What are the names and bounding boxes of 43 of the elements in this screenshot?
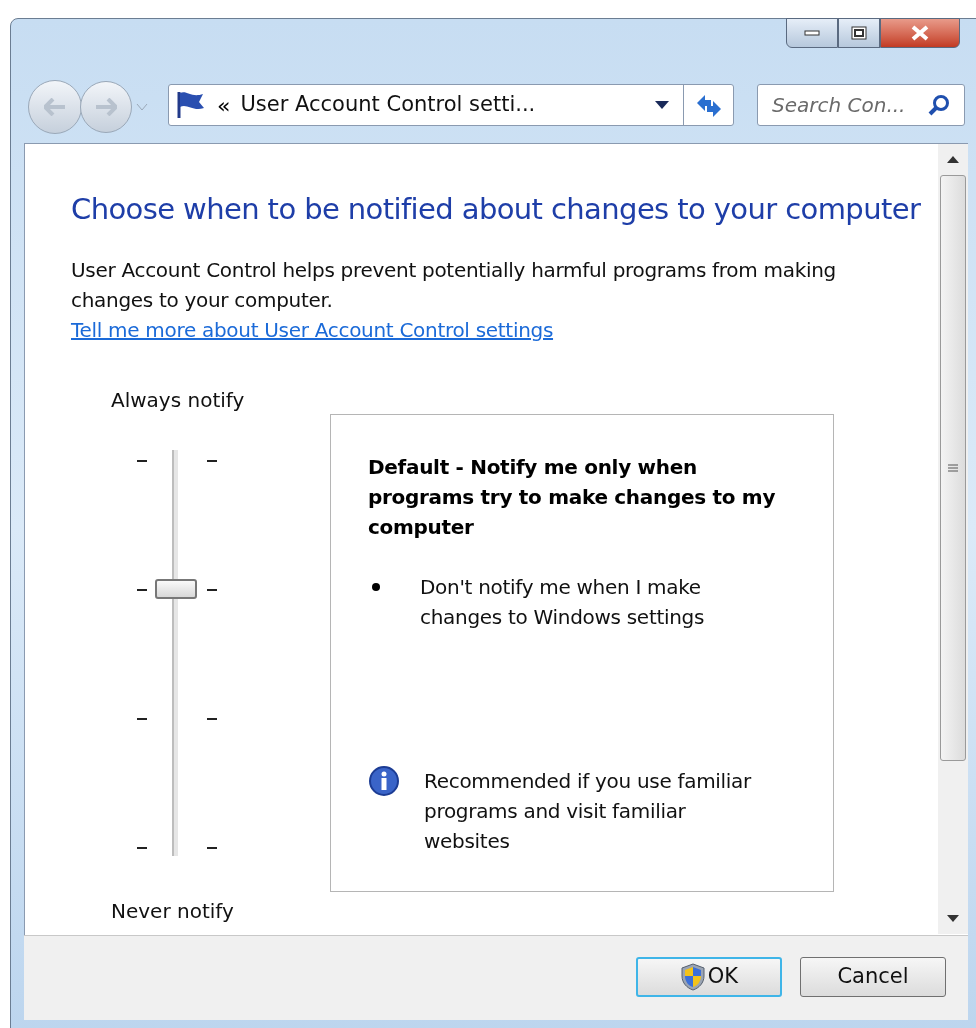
- flag-icon: [175, 90, 207, 120]
- slider-bottom-label: Never notify: [111, 898, 234, 925]
- scroll-up-arrow-icon[interactable]: [947, 156, 959, 163]
- tick-mark: [207, 460, 217, 462]
- search-field[interactable]: Search Con...: [757, 84, 965, 126]
- close-button[interactable]: [880, 18, 960, 48]
- right-arrow-icon: [95, 98, 117, 116]
- left-arrow-icon: [44, 98, 66, 116]
- scrollbar-thumb[interactable]: [940, 175, 966, 761]
- help-link[interactable]: Tell me more about User Account Control settings: [71, 315, 554, 345]
- page-heading: Choose when to be notified about changes to your computer: [71, 191, 921, 228]
- cancel-button[interactable]: Cancel: [800, 957, 946, 997]
- ok-button[interactable]: OK: [636, 957, 782, 997]
- setting-title: Default - Notify me only when programs try to make changes to my computer: [368, 454, 777, 541]
- close-icon: [910, 25, 930, 41]
- slider-top-label: Always notify: [111, 387, 245, 414]
- tick-mark: [207, 718, 217, 720]
- minimize-icon: [804, 30, 820, 36]
- breadcrumb-text[interactable]: User Account Control setti...: [240, 89, 536, 121]
- description-text: User Account Control helps prevent potentially harmful programs from making changes to your computer.: [71, 257, 837, 314]
- dropdown-caret-icon[interactable]: [655, 101, 669, 109]
- scroll-down-arrow-icon[interactable]: [947, 915, 959, 922]
- address-bar[interactable]: « User Account Control setti...: [168, 84, 734, 126]
- tick-mark: [207, 589, 217, 591]
- slider-thumb[interactable]: [155, 578, 197, 599]
- shield-icon: [679, 963, 706, 991]
- info-icon: [368, 765, 400, 797]
- search-input[interactable]: Search Con...: [772, 90, 922, 120]
- tick-mark: [137, 460, 147, 462]
- tick-mark: [137, 847, 147, 849]
- scrollbar[interactable]: [938, 144, 968, 934]
- tick-mark: [137, 589, 147, 591]
- bullet-icon: [372, 583, 380, 591]
- breadcrumb-chevron[interactable]: «: [217, 88, 231, 122]
- maximize-button[interactable]: [838, 18, 880, 48]
- tick-mark: [137, 718, 147, 720]
- tick-mark: [207, 847, 217, 849]
- grip-icon: [948, 464, 958, 472]
- bullet-text: Don't notify me when I make changes to Windows settings: [420, 574, 706, 631]
- recommendation-text: Recommended if you use familiar programs and visit familiar websites: [424, 768, 753, 855]
- minimize-button[interactable]: [786, 18, 838, 48]
- maximize-icon: [851, 26, 867, 40]
- search-icon: [928, 94, 950, 116]
